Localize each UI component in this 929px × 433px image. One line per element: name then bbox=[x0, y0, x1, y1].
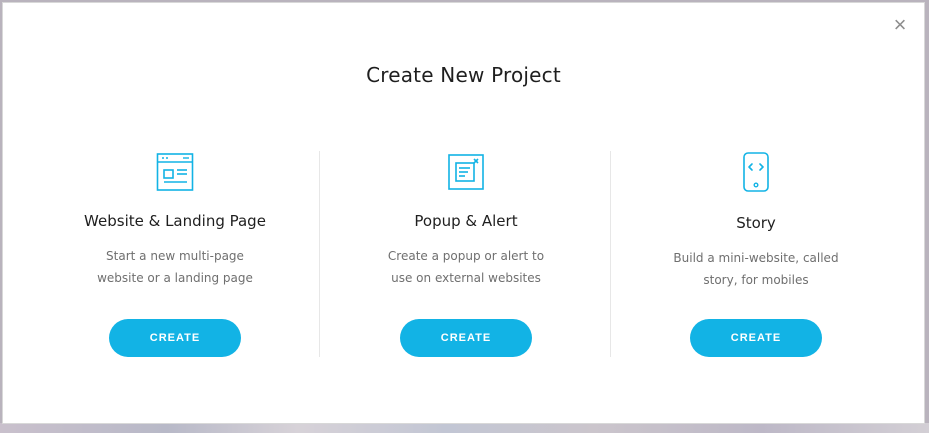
create-story-button[interactable]: CREATE bbox=[690, 319, 822, 357]
option-title: Popup & Alert bbox=[414, 212, 518, 230]
create-popup-button[interactable]: CREATE bbox=[400, 319, 532, 357]
background-strip bbox=[0, 423, 929, 433]
close-button[interactable]: × bbox=[889, 14, 911, 36]
popup-icon bbox=[446, 151, 486, 193]
option-title: Story bbox=[736, 214, 776, 232]
create-website-button[interactable]: CREATE bbox=[109, 319, 241, 357]
option-description: Start a new multi-page website or a land… bbox=[97, 249, 253, 285]
create-new-project-modal: × Create New Project Website & Landing P… bbox=[2, 2, 925, 424]
website-icon bbox=[155, 151, 195, 193]
mobile-story-icon bbox=[736, 151, 776, 193]
option-title: Website & Landing Page bbox=[84, 212, 266, 230]
option-description: Build a mini-website, called story, for … bbox=[673, 251, 839, 287]
website-landing-page-option: Website & Landing Page Start a new multi… bbox=[30, 151, 320, 357]
story-option: Story Build a mini-website, called story… bbox=[611, 151, 901, 357]
option-description: Create a popup or alert to use on extern… bbox=[387, 249, 545, 285]
modal-title: Create New Project bbox=[366, 63, 561, 87]
popup-alert-option: Popup & Alert Create a popup or alert to… bbox=[321, 151, 611, 357]
